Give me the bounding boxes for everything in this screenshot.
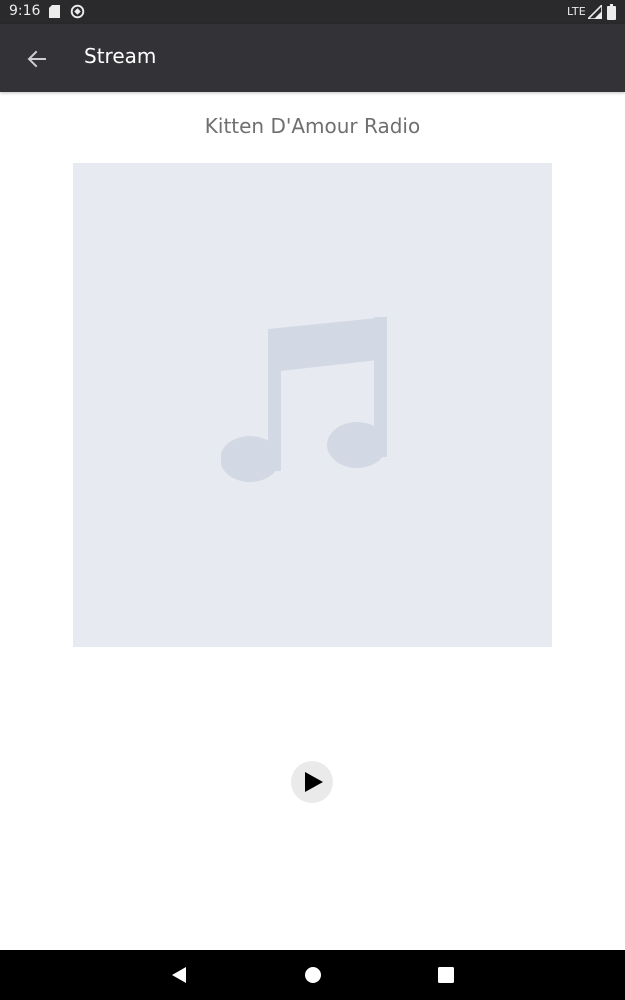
- album-artwork: [73, 163, 552, 647]
- status-bar: 9:16 LTE: [0, 0, 625, 24]
- nav-home-icon[interactable]: [304, 966, 322, 984]
- sd-card-icon: [49, 5, 60, 18]
- play-button[interactable]: [291, 761, 333, 803]
- sync-icon: [70, 4, 85, 19]
- status-network: LTE: [567, 5, 586, 18]
- back-button[interactable]: [18, 40, 56, 78]
- page-title: Stream: [84, 44, 157, 68]
- app-bar: Stream: [0, 24, 625, 92]
- play-icon: [304, 772, 323, 792]
- signal-icon: [588, 5, 602, 19]
- battery-icon: [607, 4, 616, 20]
- arrow-back-icon: [27, 50, 46, 68]
- status-time: 9:16: [9, 3, 41, 19]
- nav-recents-icon[interactable]: [438, 967, 454, 983]
- screen: 9:16 LTE Stream Kitten D'Amour Radio: [0, 0, 625, 1000]
- music-note-icon: [220, 317, 387, 482]
- nav-back-icon[interactable]: [170, 966, 188, 984]
- navigation-bar: [0, 950, 625, 1000]
- station-name: Kitten D'Amour Radio: [204, 114, 421, 138]
